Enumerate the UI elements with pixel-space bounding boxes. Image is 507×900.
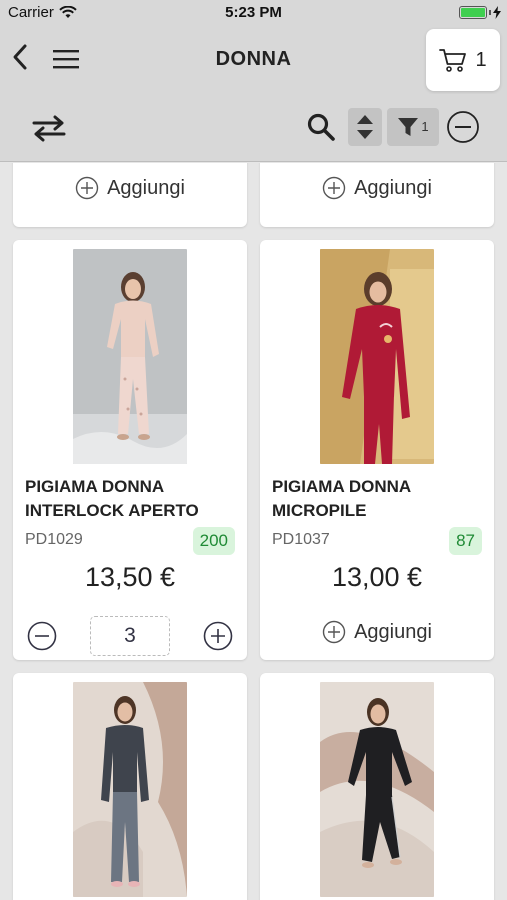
nav-bar: DONNA 1 xyxy=(0,26,507,94)
product-card[interactable] xyxy=(13,673,247,900)
status-bar: Carrier 5:23 PM xyxy=(0,0,507,26)
quantity-input[interactable]: 3 xyxy=(90,616,170,656)
charging-icon xyxy=(493,6,501,19)
filter-funnel-icon xyxy=(398,118,419,136)
product-price: 13,00 € xyxy=(331,562,423,592)
product-name: PIGIAMA DONNA MICROPILE xyxy=(272,477,411,520)
cart-button[interactable]: 1 xyxy=(426,29,500,91)
product-image[interactable] xyxy=(320,249,434,464)
product-card: Aggiungi xyxy=(13,163,247,227)
add-label: Aggiungi xyxy=(354,620,432,643)
product-card: Aggiungi xyxy=(260,163,494,227)
sort-arrows-icon xyxy=(357,115,373,139)
add-button[interactable]: Aggiungi xyxy=(13,176,247,200)
product-name: PIGIAMA DONNA INTERLOCK APERTO xyxy=(25,477,199,520)
product-image[interactable] xyxy=(320,682,434,897)
product-code: PD1037 xyxy=(272,531,330,548)
add-label: Aggiungi xyxy=(107,176,185,199)
swap-arrows-icon[interactable] xyxy=(32,114,66,142)
add-button[interactable]: Aggiungi xyxy=(260,176,494,200)
product-image[interactable] xyxy=(73,249,187,464)
sort-button[interactable] xyxy=(348,108,382,146)
add-label: Aggiungi xyxy=(354,176,432,199)
plus-circle-icon xyxy=(322,176,346,200)
minus-circle-icon[interactable] xyxy=(27,621,57,651)
product-image[interactable] xyxy=(73,682,187,897)
search-icon[interactable] xyxy=(306,112,336,142)
product-price: 13,50 € xyxy=(84,562,176,592)
toolbar: 1 xyxy=(0,94,507,162)
plus-circle-icon xyxy=(75,176,99,200)
add-button[interactable]: Aggiungi xyxy=(260,620,494,644)
plus-circle-icon xyxy=(322,620,346,644)
stock-badge: 87 xyxy=(449,527,482,555)
product-grid: Aggiungi Aggiungi PIGIAMA DONNA INTERLOC… xyxy=(0,163,507,900)
cart-icon xyxy=(439,49,467,72)
filter-count: 1 xyxy=(421,118,429,134)
product-card[interactable]: PIGIAMA DONNA MICROPILE PD1037 87 13,00 … xyxy=(260,240,494,660)
filter-button[interactable]: 1 xyxy=(387,108,439,146)
stock-badge: 200 xyxy=(192,527,235,555)
product-code: PD1029 xyxy=(25,531,83,548)
quantity-stepper: 3 xyxy=(13,616,247,658)
cart-count: 1 xyxy=(475,48,487,71)
minus-circle-icon[interactable] xyxy=(446,110,480,144)
product-card[interactable] xyxy=(260,673,494,900)
clock: 5:23 PM xyxy=(225,4,282,21)
product-card[interactable]: PIGIAMA DONNA INTERLOCK APERTO PD1029 20… xyxy=(13,240,247,660)
battery-icon xyxy=(459,6,501,19)
plus-circle-icon[interactable] xyxy=(203,621,233,651)
